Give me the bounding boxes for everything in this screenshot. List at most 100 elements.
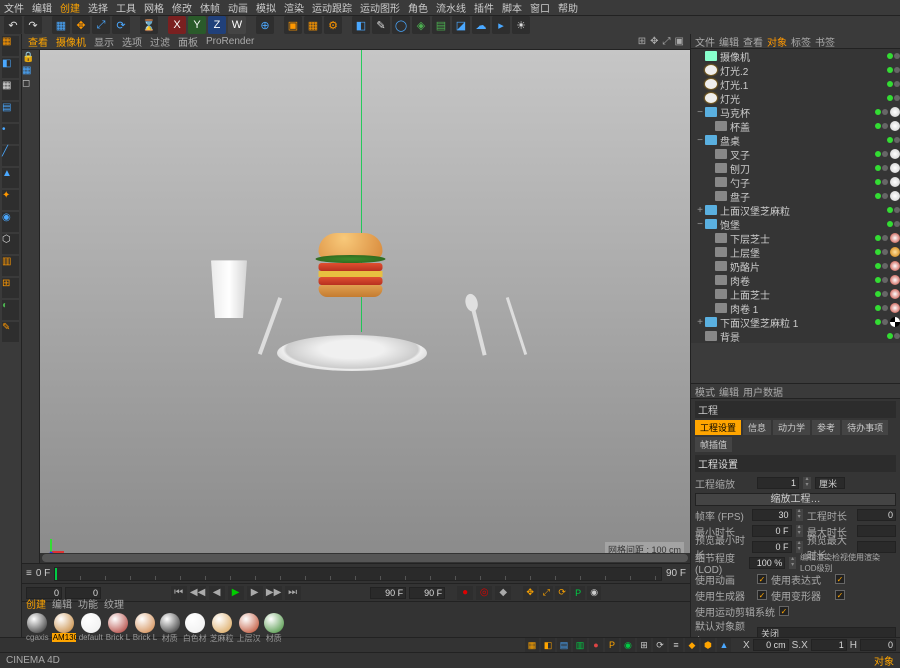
menu-插件[interactable]: 插件 xyxy=(474,0,494,15)
cmd-icon-1[interactable]: ▦ xyxy=(525,638,539,652)
expand-icon[interactable]: − xyxy=(695,135,705,146)
cmd-icon-7[interactable]: ◉ xyxy=(621,638,635,652)
menu-动画[interactable]: 动画 xyxy=(228,0,248,15)
tree-item-上面芝士[interactable]: 上面芝士 xyxy=(691,287,900,301)
visibility-dots[interactable] xyxy=(875,123,888,129)
obj-menu-文件[interactable]: 文件 xyxy=(695,34,715,49)
coord-x-field[interactable]: 0 cm xyxy=(753,639,789,651)
material-材质[interactable]: 材质 xyxy=(264,613,284,644)
coord-system-button[interactable]: ⊕ xyxy=(256,16,274,34)
tree-item-马克杯[interactable]: −马克杯 xyxy=(691,105,900,119)
visibility-dots[interactable] xyxy=(875,249,888,255)
coord-hx-field[interactable]: 0 xyxy=(860,639,896,651)
timeline-ruler[interactable] xyxy=(54,567,662,581)
viewport-max-icon[interactable]: ▣ xyxy=(675,36,684,47)
visibility-dots[interactable] xyxy=(887,81,900,87)
tree-label[interactable]: 叉子 xyxy=(730,147,875,162)
visibility-dots[interactable] xyxy=(875,291,888,297)
history-tool[interactable]: ⌛ xyxy=(140,16,158,34)
tree-item-摄像机[interactable]: 摄像机 xyxy=(691,49,900,63)
tree-item-灯光.2[interactable]: 灯光.2 xyxy=(691,63,900,77)
tree-item-刨刀[interactable]: 刨刀 xyxy=(691,161,900,175)
param-key-icon[interactable]: P xyxy=(571,586,585,600)
material-tag-icon[interactable] xyxy=(890,177,900,187)
tree-label[interactable]: 奶酪片 xyxy=(730,259,875,274)
vp-menu-面板[interactable]: 面板 xyxy=(178,34,198,49)
tree-label[interactable]: 背景 xyxy=(720,329,887,344)
tree-label[interactable]: 杯盖 xyxy=(730,119,875,134)
obj-menu-对象[interactable]: 对象 xyxy=(767,34,787,49)
material-tag-icon[interactable] xyxy=(890,163,900,173)
tree-item-肉卷 1[interactable]: 肉卷 1 xyxy=(691,301,900,315)
tree-label[interactable]: 下层芝士 xyxy=(730,231,875,246)
make-editable-button[interactable]: ▦ xyxy=(2,36,19,56)
rotate-tool[interactable]: ⟳ xyxy=(112,16,130,34)
visibility-dots[interactable] xyxy=(887,221,900,227)
visibility-dots[interactable] xyxy=(875,235,888,241)
point-mode-button[interactable]: • xyxy=(2,124,19,144)
attr-tab-待办事项[interactable]: 待办事项 xyxy=(842,420,888,435)
tree-label[interactable]: 盘桌 xyxy=(720,133,887,148)
expand-icon[interactable]: + xyxy=(695,317,705,328)
render-settings-button[interactable]: ⚙ xyxy=(324,16,342,34)
tree-item-盘子[interactable]: 盘子 xyxy=(691,189,900,203)
tree-item-奶酪片[interactable]: 奶酪片 xyxy=(691,259,900,273)
axis-z-toggle[interactable]: Z xyxy=(208,16,226,34)
material-menu-编辑[interactable]: 编辑 xyxy=(52,596,72,611)
record-button[interactable]: ● xyxy=(457,586,473,600)
tree-label[interactable]: 盘子 xyxy=(730,189,875,204)
material-tag-icon[interactable] xyxy=(890,261,900,271)
lock-view-icon[interactable]: 🔒 xyxy=(22,52,39,63)
tree-label[interactable]: 下面汉堡芝麻粒 1 xyxy=(720,315,875,330)
tree-label[interactable]: 饱堡 xyxy=(720,217,887,232)
obj-menu-编辑[interactable]: 编辑 xyxy=(719,34,739,49)
prevmin-field[interactable]: 0 F xyxy=(752,541,791,553)
visibility-dots[interactable] xyxy=(875,109,888,115)
menu-编辑[interactable]: 编辑 xyxy=(32,0,52,15)
cmd-icon-10[interactable]: ≡ xyxy=(669,638,683,652)
obj-menu-书签[interactable]: 书签 xyxy=(815,34,835,49)
use-gen-check[interactable]: ✓ xyxy=(757,590,767,600)
material-tag-icon[interactable] xyxy=(890,149,900,159)
scale-project-button[interactable]: 缩放工程… xyxy=(695,493,896,506)
nurbs-button[interactable]: ◈ xyxy=(412,16,430,34)
vp-menu-过滤[interactable]: 过滤 xyxy=(150,34,170,49)
scale-key-icon[interactable]: ⤢ xyxy=(539,586,553,600)
menu-体帧[interactable]: 体帧 xyxy=(200,0,220,15)
menu-文件[interactable]: 文件 xyxy=(4,0,24,15)
snap-button[interactable]: ⬡ xyxy=(2,234,19,254)
viewport-nav-icon[interactable]: ✥ xyxy=(650,36,658,47)
cmd-icon-13[interactable]: ▲ xyxy=(717,638,731,652)
viewport-scrollbar[interactable] xyxy=(40,553,690,563)
viewport-config-icon[interactable]: ⊞ xyxy=(638,36,646,47)
vp-menu-查看[interactable]: 查看 xyxy=(28,34,48,49)
menu-模拟[interactable]: 模拟 xyxy=(256,0,276,15)
tree-label[interactable]: 马克杯 xyxy=(720,105,875,120)
cmd-icon-6[interactable]: P xyxy=(605,638,619,652)
vp-menu-选项[interactable]: 选项 xyxy=(122,34,142,49)
duration-field[interactable]: 0 xyxy=(857,509,896,521)
cmd-icon-8[interactable]: ⊞ xyxy=(637,638,651,652)
texture-mode-button[interactable]: ▦ xyxy=(2,80,19,100)
tree-item-叉子[interactable]: 叉子 xyxy=(691,147,900,161)
menu-修改[interactable]: 修改 xyxy=(172,0,192,15)
tree-item-下面汉堡芝麻粒 1[interactable]: + 下面汉堡芝麻粒 1 xyxy=(691,315,900,329)
tree-item-灯光[interactable]: 灯光 xyxy=(691,91,900,105)
attr-tab-动力学[interactable]: 动力学 xyxy=(773,420,810,435)
material-芝麻粒[interactable]: 芝麻粒 xyxy=(210,613,234,644)
render-region-button[interactable]: ▦ xyxy=(304,16,322,34)
menu-流水线[interactable]: 流水线 xyxy=(436,0,466,15)
tree-item-灯光.1[interactable]: 灯光.1 xyxy=(691,77,900,91)
material-cgaxis[interactable]: cgaxis xyxy=(26,613,49,644)
environment-button[interactable]: ☁ xyxy=(472,16,490,34)
material-menu-功能[interactable]: 功能 xyxy=(78,596,98,611)
rot-key-icon[interactable]: ⟳ xyxy=(555,586,569,600)
tree-item-上层堡[interactable]: 上层堡 xyxy=(691,245,900,259)
material-tag-icon[interactable] xyxy=(890,317,900,327)
visibility-dots[interactable] xyxy=(875,165,888,171)
material-材质[interactable]: 材质 xyxy=(160,613,180,644)
visibility-dots[interactable] xyxy=(875,151,888,157)
attr-menu-编辑[interactable]: 编辑 xyxy=(719,384,739,399)
tree-label[interactable]: 上面汉堡芝麻粒 xyxy=(720,203,887,218)
visibility-dots[interactable] xyxy=(875,263,888,269)
